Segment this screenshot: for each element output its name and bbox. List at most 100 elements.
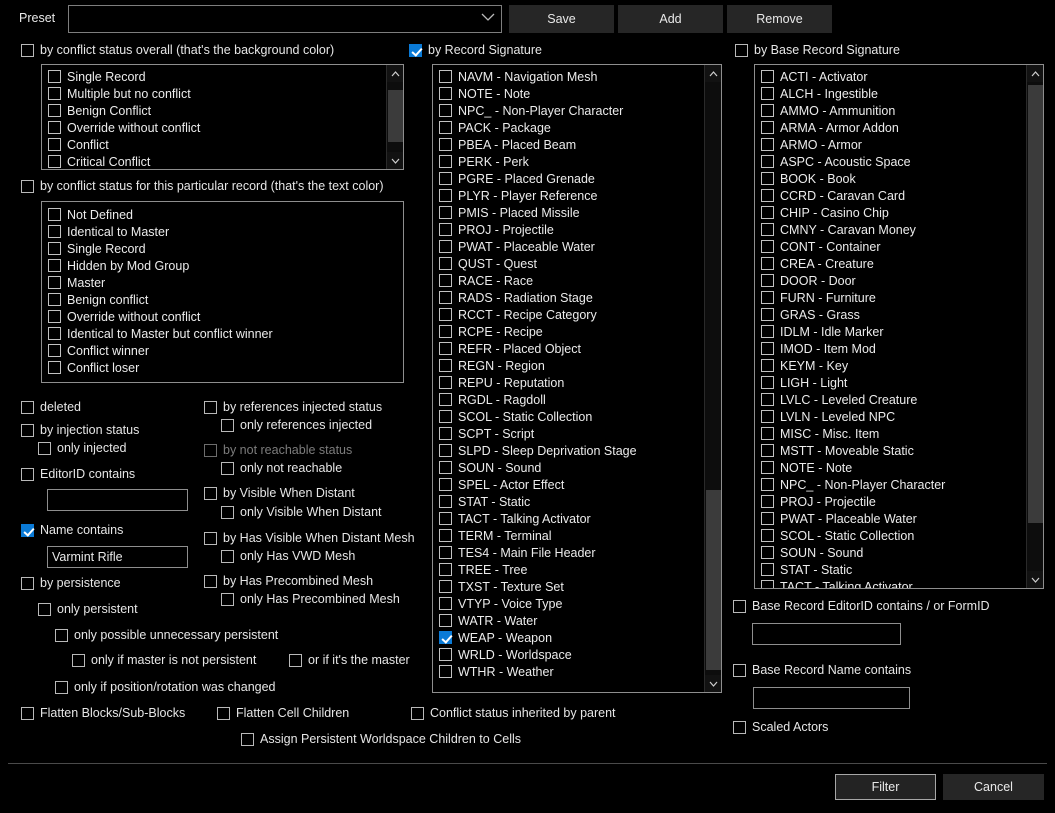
record-signature-item[interactable]: REFR - Placed Object [439,340,704,357]
preset-combobox[interactable] [68,5,502,33]
conflict-status-overall-item[interactable]: Critical Conflict [48,153,386,169]
flatten-blocks-sub-blocks-checkbox[interactable]: Flatten Blocks/Sub-Blocks [21,706,185,721]
conflict-status-record-item[interactable]: Hidden by Mod Group [48,257,403,274]
record-signature-item[interactable]: QUST - Quest [439,255,704,272]
conflict-status-record-item[interactable]: Master [48,274,403,291]
by-conflict-status-record-checkbox[interactable]: by conflict status for this particular r… [21,179,384,194]
record-signature-item[interactable]: NAVM - Navigation Mesh [439,68,704,85]
conflict-status-overall-list[interactable]: Single Record Multiple but no conflict Ben… [41,64,404,170]
record-signature-item[interactable]: STAT - Static [439,493,704,510]
base-record-signature-item[interactable]: TACT - Talking Activator [761,578,1026,588]
base-record-signature-item[interactable]: NPC_ - Non-Player Character [761,476,1026,493]
conflict-status-record-item[interactable]: Single Record [48,240,403,257]
record-signature-item[interactable]: VTYP - Voice Type [439,595,704,612]
base-record-signature-item[interactable]: SOUN - Sound [761,544,1026,561]
base-record-editorid-input[interactable] [752,623,901,645]
conflict-status-record-item[interactable]: Conflict loser [48,359,403,376]
record-signature-item[interactable]: RACE - Race [439,272,704,289]
base-record-signature-item[interactable]: IMOD - Item Mod [761,340,1026,357]
by-references-injected-status-checkbox[interactable]: by references injected status [204,400,382,415]
only-if-master-is-not-persistent-checkbox[interactable]: only if master is not persistent [72,653,256,668]
record-signature-item[interactable]: REGN - Region [439,357,704,374]
base-record-signature-item[interactable]: IDLM - Idle Marker [761,323,1026,340]
base-record-name-checkbox[interactable]: Base Record Name contains [733,663,911,678]
base-record-signature-item[interactable]: CREA - Creature [761,255,1026,272]
base-record-signature-item[interactable]: ARMA - Armor Addon [761,119,1026,136]
by-has-precombined-mesh-checkbox[interactable]: by Has Precombined Mesh [204,574,373,589]
base-record-signature-item[interactable]: CMNY - Caravan Money [761,221,1026,238]
only-if-position-rotation-was-changed-checkbox[interactable]: only if position/rotation was changed [55,680,276,695]
scroll-thumb[interactable] [706,490,721,670]
conflict-status-overall-item[interactable]: Multiple but no conflict [48,85,386,102]
by-visible-when-distant-checkbox[interactable]: by Visible When Distant [204,486,355,501]
base-record-signature-item[interactable]: CCRD - Caravan Card [761,187,1026,204]
conflict-status-overall-item[interactable]: Single Record [48,68,386,85]
scroll-down-icon[interactable] [1027,571,1043,588]
base-record-signature-item[interactable]: KEYM - Key [761,357,1026,374]
scroll-down-icon[interactable] [387,152,403,169]
scroll-down-icon[interactable] [705,675,721,692]
editorid-contains-checkbox[interactable]: EditorID contains [21,467,135,482]
base-record-signature-item[interactable]: AMMO - Ammunition [761,102,1026,119]
conflict-status-record-item[interactable]: Conflict winner [48,342,403,359]
name-contains-checkbox[interactable]: Name contains [21,523,123,538]
by-has-visible-when-distant-mesh-checkbox[interactable]: by Has Visible When Distant Mesh [204,531,415,546]
only-has-vwd-mesh-checkbox[interactable]: only Has VWD Mesh [221,549,355,564]
record-signature-item[interactable]: PGRE - Placed Grenade [439,170,704,187]
name-contains-input[interactable] [47,546,188,568]
record-signature-item[interactable]: SPEL - Actor Effect [439,476,704,493]
base-record-signature-list[interactable]: ACTI - Activator ALCH - Ingestible AMMO - … [754,64,1044,589]
conflict-status-record-item[interactable]: Identical to Master [48,223,403,240]
record-signature-item[interactable]: WRLD - Worldspace [439,646,704,663]
record-signature-item[interactable]: TERM - Terminal [439,527,704,544]
base-record-editorid-checkbox[interactable]: Base Record EditorID contains / or FormI… [733,599,990,614]
base-record-signature-item[interactable]: ACTI - Activator [761,68,1026,85]
conflict-status-record-item[interactable]: Benign conflict [48,291,403,308]
conflict-status-record-item[interactable]: Not Defined [48,206,403,223]
scroll-thumb[interactable] [1028,85,1043,523]
deleted-checkbox[interactable]: deleted [21,400,81,415]
base-record-signature-item[interactable]: CHIP - Casino Chip [761,204,1026,221]
only-visible-when-distant-checkbox[interactable]: only Visible When Distant [221,505,382,520]
record-signature-item[interactable]: NPC_ - Non-Player Character [439,102,704,119]
base-record-signature-item[interactable]: SCOL - Static Collection [761,527,1026,544]
base-record-signature-item[interactable]: ALCH - Ingestible [761,85,1026,102]
record-signature-item[interactable]: RGDL - Ragdoll [439,391,704,408]
record-signature-item[interactable]: SOUN - Sound [439,459,704,476]
scaled-actors-checkbox[interactable]: Scaled Actors [733,720,828,735]
conflict-status-record-item[interactable]: Identical to Master but conflict winner [48,325,403,342]
add-button[interactable]: Add [618,5,723,33]
base-record-signature-item[interactable]: BOOK - Book [761,170,1026,187]
base-record-signature-item[interactable]: LVLC - Leveled Creature [761,391,1026,408]
record-signature-item[interactable]: PMIS - Placed Missile [439,204,704,221]
base-record-signature-item[interactable]: STAT - Static [761,561,1026,578]
base-record-signature-item[interactable]: LVLN - Leveled NPC [761,408,1026,425]
conflict-status-overall-item[interactable]: Conflict [48,136,386,153]
record-signature-item[interactable]: PACK - Package [439,119,704,136]
record-signature-item[interactable]: RCPE - Recipe [439,323,704,340]
record-signature-item[interactable]: PLYR - Player Reference [439,187,704,204]
base-record-signature-item[interactable]: GRAS - Grass [761,306,1026,323]
record-signature-item[interactable]: TACT - Talking Activator [439,510,704,527]
base-record-signature-item[interactable]: DOOR - Door [761,272,1026,289]
conflict-status-overall-item[interactable]: Override without conflict [48,119,386,136]
base-record-signature-item[interactable]: PWAT - Placeable Water [761,510,1026,527]
record-signature-item[interactable]: SLPD - Sleep Deprivation Stage [439,442,704,459]
record-signature-item[interactable]: PWAT - Placeable Water [439,238,704,255]
cancel-button[interactable]: Cancel [943,774,1044,800]
record-signature-list[interactable]: NAVM - Navigation Mesh NOTE - Note NPC_ - … [432,64,722,693]
or-if-its-the-master-checkbox[interactable]: or if it's the master [289,653,410,668]
base-record-signature-item[interactable]: MISC - Misc. Item [761,425,1026,442]
record-signature-item[interactable]: WTHR - Weather [439,663,704,680]
record-signature-item[interactable]: RADS - Radiation Stage [439,289,704,306]
base-record-signature-scrollbar[interactable] [1026,65,1043,588]
filter-button[interactable]: Filter [835,774,936,800]
base-record-signature-item[interactable]: PROJ - Projectile [761,493,1026,510]
record-signature-item[interactable]: NOTE - Note [439,85,704,102]
record-signature-item[interactable]: REPU - Reputation [439,374,704,391]
record-signature-scrollbar[interactable] [704,65,721,692]
record-signature-item[interactable]: TREE - Tree [439,561,704,578]
by-conflict-status-overall-checkbox[interactable]: by conflict status overall (that's the b… [21,43,334,58]
base-record-signature-item[interactable]: LIGH - Light [761,374,1026,391]
only-possible-unnecessary-persistent-checkbox[interactable]: only possible unnecessary persistent [55,628,278,643]
